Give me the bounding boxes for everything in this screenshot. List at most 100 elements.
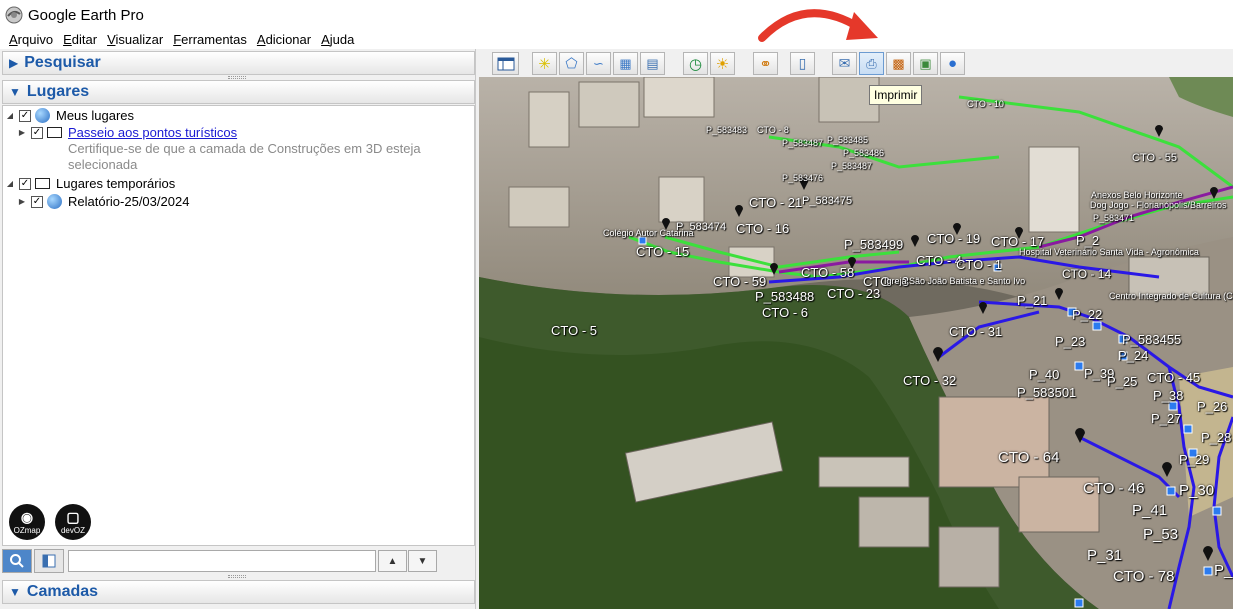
- switch-planet-button[interactable]: ⚭: [753, 52, 778, 75]
- map-label[interactable]: P_583476: [782, 173, 823, 183]
- menu-ajuda[interactable]: Ajuda: [321, 32, 354, 47]
- map-label[interactable]: CTO - 45: [1147, 370, 1200, 385]
- ozmap-logo[interactable]: ◉ OZmap: [9, 504, 45, 540]
- poi-label[interactable]: Anexos Belo Horizonte: [1091, 190, 1183, 200]
- pole-marker[interactable]: [1203, 566, 1213, 576]
- map-label[interactable]: P_583499: [844, 237, 903, 252]
- checkbox-my-places[interactable]: ✓: [19, 109, 31, 122]
- poi-label[interactable]: Dog Jogo - Florianópolis/Barreiros: [1090, 200, 1227, 210]
- add-placemark-button[interactable]: ✳: [532, 52, 557, 75]
- add-image-overlay-button[interactable]: ▦: [613, 52, 638, 75]
- poi-label[interactable]: Colégio Autor Catarina: [603, 228, 694, 238]
- menu-adicionar[interactable]: Adicionar: [257, 32, 311, 47]
- map-label[interactable]: P_2: [1076, 233, 1099, 248]
- map-label[interactable]: P_21: [1017, 293, 1047, 308]
- map-label[interactable]: CTO - 10: [967, 99, 1004, 109]
- pole-marker[interactable]: [1166, 486, 1176, 496]
- places-panel-header[interactable]: ▼ Lugares: [2, 80, 475, 104]
- sidebar-toggle-button[interactable]: [492, 52, 519, 75]
- map-label[interactable]: P_28: [1201, 430, 1231, 445]
- tree-item-tour[interactable]: ▶ ✓ Passeio aos pontos turísticos: [17, 124, 237, 141]
- map-label[interactable]: CTO - 32: [903, 373, 956, 388]
- map-label[interactable]: P_583483: [706, 125, 747, 135]
- map-label[interactable]: P_26: [1197, 399, 1227, 414]
- poi-label[interactable]: Igreja São João Batista e Santo Ivo: [884, 276, 1025, 286]
- map-label[interactable]: CTO - 5: [551, 323, 597, 338]
- expand-arrow-icon[interactable]: ▶: [17, 197, 27, 206]
- map-label[interactable]: P_29: [1179, 452, 1209, 467]
- add-polygon-button[interactable]: ⬠: [559, 52, 584, 75]
- map-label[interactable]: P_583487: [831, 161, 872, 171]
- map-label[interactable]: CTO - 8: [757, 125, 789, 135]
- pole-marker[interactable]: [1092, 321, 1102, 331]
- map-label[interactable]: CTO - 55: [1132, 152, 1177, 164]
- map-label[interactable]: P_583471: [1093, 213, 1134, 223]
- move-up-button[interactable]: ▲: [378, 550, 407, 572]
- map-label[interactable]: CTO - 78: [1113, 568, 1174, 585]
- menu-visualizar[interactable]: Visualizar: [107, 32, 163, 47]
- layers-panel-header[interactable]: ▼ Camadas: [2, 580, 475, 604]
- pole-marker[interactable]: [1074, 361, 1084, 371]
- google-earth-web-button[interactable]: ●: [940, 52, 965, 75]
- panel-toggle-button[interactable]: [34, 549, 64, 573]
- add-path-button[interactable]: ∽: [586, 52, 611, 75]
- view-in-maps-button[interactable]: ▣: [913, 52, 938, 75]
- pole-marker[interactable]: [1074, 598, 1084, 608]
- map-label[interactable]: P_583501: [1017, 385, 1076, 400]
- map-label[interactable]: CTO - 15: [636, 244, 689, 259]
- search-places-button[interactable]: [2, 549, 32, 573]
- map-label[interactable]: CTO - 59: [713, 274, 766, 289]
- map-label[interactable]: CTO - 1: [956, 257, 1002, 272]
- resize-grip[interactable]: [228, 575, 246, 578]
- save-image-button[interactable]: ▩: [886, 52, 911, 75]
- search-panel-header[interactable]: ▶ Pesquisar: [2, 51, 475, 75]
- devoz-logo[interactable]: ▢ devOZ: [55, 504, 91, 540]
- map-label[interactable]: P_30: [1179, 482, 1214, 499]
- map-label[interactable]: CTO - 16: [736, 221, 789, 236]
- map-label[interactable]: P_583488: [755, 289, 814, 304]
- map-label[interactable]: P_53: [1143, 526, 1178, 543]
- pole-marker[interactable]: [1183, 424, 1193, 434]
- email-button[interactable]: ✉: [832, 52, 857, 75]
- checkbox-tour[interactable]: ✓: [31, 126, 43, 139]
- move-down-button[interactable]: ▼: [408, 550, 437, 572]
- map-label[interactable]: P_583487: [782, 138, 823, 148]
- map-label[interactable]: P_41: [1132, 502, 1167, 519]
- collapse-arrow-icon[interactable]: ◢: [5, 111, 15, 120]
- map-label[interactable]: P_583475: [802, 195, 852, 207]
- tree-item-report[interactable]: ▶ ✓ Relatório-25/03/2024: [17, 193, 189, 210]
- resize-grip[interactable]: [228, 76, 246, 79]
- menu-ferramentas[interactable]: Ferramentas: [173, 32, 247, 47]
- poi-label[interactable]: Hospital Veterinário Santa Vida - Agronô…: [1019, 247, 1199, 257]
- map-view[interactable]: CTO - 10 P_583483 CTO - 8 P_583485 P_583…: [479, 77, 1233, 609]
- tree-item-my-places[interactable]: ◢ ✓ Meus lugares: [5, 107, 134, 124]
- print-button[interactable]: ⎙: [859, 52, 884, 75]
- expand-arrow-icon[interactable]: ▶: [17, 128, 27, 137]
- places-search-input[interactable]: [68, 550, 376, 572]
- poi-label[interactable]: Centro Integrado de Cultura (CIC): [1109, 291, 1233, 301]
- map-label[interactable]: CTO - 19: [927, 231, 980, 246]
- map-label[interactable]: CTO - 31: [949, 324, 1002, 339]
- menu-arquivo[interactable]: Arquivo: [9, 32, 53, 47]
- sunlight-button[interactable]: ☀: [710, 52, 735, 75]
- map-label[interactable]: P_: [1214, 562, 1232, 579]
- map-label[interactable]: P_583455: [1122, 332, 1181, 347]
- map-label[interactable]: CTO - 58: [801, 265, 854, 280]
- map-label[interactable]: P_583486: [843, 148, 884, 158]
- pole-marker[interactable]: [638, 236, 647, 245]
- map-label[interactable]: P_583485: [827, 135, 868, 145]
- map-label[interactable]: P_22: [1072, 307, 1102, 322]
- record-tour-button[interactable]: ▤: [640, 52, 665, 75]
- map-label[interactable]: P_31: [1087, 547, 1122, 564]
- pole-marker[interactable]: [1168, 401, 1178, 411]
- ruler-button[interactable]: ▯: [790, 52, 815, 75]
- map-label[interactable]: P_38: [1153, 388, 1183, 403]
- map-label[interactable]: P_40: [1029, 367, 1059, 382]
- map-label[interactable]: CTO - 21: [749, 195, 802, 210]
- map-label[interactable]: CTO - 46: [1083, 480, 1144, 497]
- collapse-arrow-icon[interactable]: ◢: [5, 179, 15, 188]
- pole-marker[interactable]: [1212, 506, 1222, 516]
- map-label[interactable]: CTO - 64: [998, 449, 1059, 466]
- map-label[interactable]: P_23: [1055, 334, 1085, 349]
- checkbox-temp-places[interactable]: ✓: [19, 177, 31, 190]
